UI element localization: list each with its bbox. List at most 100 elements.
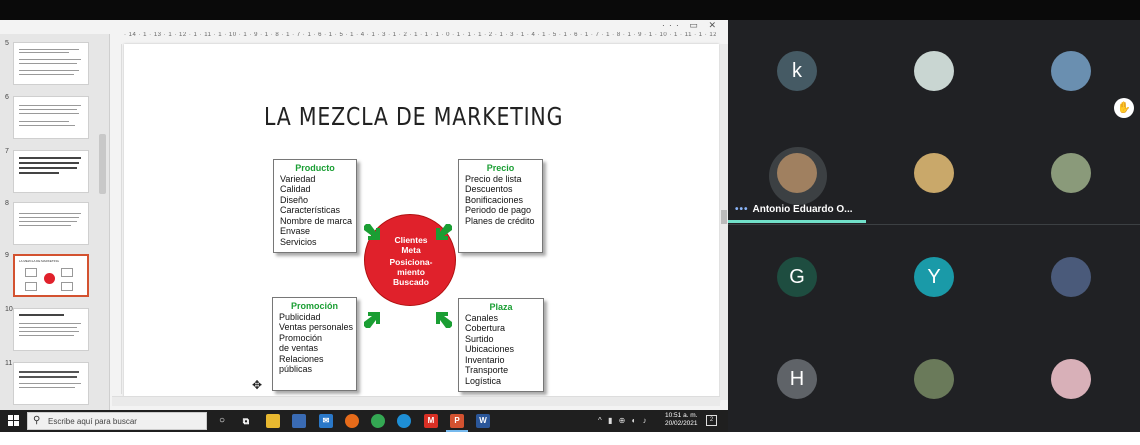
avatar: [777, 153, 817, 193]
move-cursor-icon: ✥: [252, 378, 263, 392]
promocion-item: de ventas: [279, 343, 319, 353]
firefox-icon[interactable]: [345, 414, 359, 428]
participant-tile[interactable]: [865, 328, 1003, 430]
producto-heading: Producto: [295, 163, 335, 173]
taskbar-search[interactable]: ⚲ Escribe aquí para buscar: [27, 412, 207, 430]
producto-item: Calidad: [280, 184, 311, 194]
restore-icon[interactable]: ▭: [689, 20, 702, 30]
horizontal-scrollbar[interactable]: [112, 396, 720, 406]
raise-hand-icon[interactable]: ✋: [1114, 98, 1134, 118]
mail-icon[interactable]: ✉: [319, 414, 333, 428]
thumbnail-slide-5[interactable]: 5: [0, 40, 108, 86]
thumbnail-slide-6[interactable]: 6: [0, 94, 108, 140]
promocion-item: Promoción: [279, 332, 323, 343]
plaza-item: Inventario: [465, 354, 505, 365]
thumbnail-slide-9[interactable]: 9 LA MEZCLA DE MARKETING: [0, 252, 108, 298]
participant-name: ••• Antonio Eduardo O...: [735, 204, 853, 215]
arrow-up-right-icon: [364, 312, 380, 328]
chevron-up-icon[interactable]: ^: [598, 416, 604, 425]
participant-tile[interactable]: [865, 122, 1003, 224]
thumbnail-image[interactable]: [13, 362, 89, 405]
powerpoint-window: ··· ▭ ✕ 5 6 7 8 9 LA MEZCLA DE MARKETING…: [0, 20, 728, 410]
thumbnail-scrollbar[interactable]: [99, 134, 106, 194]
close-icon[interactable]: ✕: [708, 20, 720, 30]
horizontal-ruler: · 14 · 1 · 13 · 1 · 12 · 1 · 11 · 1 · 10…: [124, 32, 716, 44]
plaza-item: Canales: [465, 312, 499, 323]
plaza-box[interactable]: Plaza Canales Cobertura Surtido Ubicacio…: [458, 298, 544, 392]
thumbnail-image[interactable]: [13, 308, 89, 351]
thumbnail-slide-8[interactable]: 8: [0, 200, 108, 246]
windows-start-icon[interactable]: [8, 415, 20, 427]
promocion-item: públicas: [279, 364, 313, 374]
slide-canvas[interactable]: LA MEZCLA DE MARKETING Producto Variedad…: [124, 44, 719, 402]
thumbnail-number: 9: [5, 252, 9, 259]
cortana-icon[interactable]: ○: [215, 414, 229, 428]
plaza-item: Surtido: [465, 333, 494, 344]
promocion-item: Publicidad: [279, 311, 321, 322]
thumbnail-number: 10: [5, 306, 13, 313]
center-text: Meta: [401, 245, 421, 255]
top-bar: [0, 0, 1140, 20]
avatar: [914, 153, 954, 193]
thumbnail-slide-10[interactable]: 10: [0, 306, 108, 352]
producto-item: Características: [280, 205, 341, 215]
precio-item: Planes de crédito: [465, 215, 535, 226]
notification-icon[interactable]: 2: [706, 415, 717, 426]
promocion-item: Ventas personales: [279, 322, 354, 332]
word-icon[interactable]: W: [476, 414, 490, 428]
avatar: [914, 359, 954, 399]
app-icon[interactable]: M: [424, 414, 438, 428]
thumbnail-title: LA MEZCLA DE MARKETING: [19, 259, 60, 263]
more-options-icon[interactable]: ···: [662, 20, 683, 30]
promocion-item: Relaciones: [279, 353, 324, 364]
arrow-down-right-icon: [364, 224, 380, 240]
avatar: [1051, 153, 1091, 193]
thumbnail-number: 7: [5, 148, 9, 155]
search-icon: ⚲: [33, 415, 41, 426]
producto-item: Variedad: [280, 173, 316, 184]
plaza-item: Logística: [465, 375, 502, 386]
thumbnail-image[interactable]: [13, 42, 89, 85]
taskbar-clock[interactable]: 10:51 a. m. 20/02/2021: [665, 412, 698, 428]
avatar: Y: [914, 257, 954, 297]
participant-tile[interactable]: [1002, 226, 1140, 328]
participant-tile[interactable]: [1002, 328, 1140, 430]
arrow-up-left-icon: [436, 312, 452, 328]
thumbnail-image[interactable]: [13, 202, 89, 245]
avatar: [1051, 257, 1091, 297]
avatar: H: [777, 359, 817, 399]
producto-item: Diseño: [280, 194, 309, 205]
precio-box[interactable]: Precio Precio de lista Descuentos Bonifi…: [458, 159, 543, 253]
precio-item: Bonificaciones: [465, 194, 524, 205]
participant-tile[interactable]: [1002, 122, 1140, 224]
bottom-strip: [0, 432, 1140, 445]
thumbnail-image[interactable]: [13, 150, 89, 193]
precio-item: Periodo de pago: [465, 205, 532, 215]
participant-tile[interactable]: Y: [865, 226, 1003, 328]
promocion-box[interactable]: Promoción Publicidad Ventas personales P…: [272, 297, 357, 391]
task-view-icon[interactable]: ⧉: [239, 414, 253, 428]
thumbnail-slide-7[interactable]: 7: [0, 148, 108, 194]
thumbnail-image-selected[interactable]: LA MEZCLA DE MARKETING: [13, 254, 89, 297]
edge-icon[interactable]: [397, 414, 411, 428]
system-tray[interactable]: ^ ▮ ⊕ ◐ ♪: [598, 416, 649, 425]
vertical-scrollbar[interactable]: [720, 44, 728, 400]
participant-tile[interactable]: H: [728, 328, 866, 430]
slide-title: LA MEZCLA DE MARKETING: [264, 102, 564, 131]
participant-tile[interactable]: [865, 20, 1003, 122]
powerpoint-icon[interactable]: P: [450, 414, 464, 428]
participant-tile[interactable]: G: [728, 226, 866, 328]
center-text: Buscado: [393, 277, 429, 287]
store-icon[interactable]: [292, 414, 306, 428]
windows-taskbar: ⚲ Escribe aquí para buscar ○ ⧉ ✉ M P W ^…: [0, 410, 728, 432]
file-explorer-icon[interactable]: [266, 414, 280, 428]
thumbnail-slide-11[interactable]: 11: [0, 360, 108, 406]
tray-icons[interactable]: ▮ ⊕ ◐ ♪: [608, 416, 649, 425]
arrow-down-left-icon: [436, 224, 452, 240]
thumbnail-image[interactable]: [13, 96, 89, 139]
chrome-icon[interactable]: [371, 414, 385, 428]
avatar: k: [777, 51, 817, 91]
producto-box[interactable]: Producto Variedad Calidad Diseño Caracte…: [273, 159, 357, 253]
precio-item: Precio de lista: [465, 173, 522, 184]
participant-tile[interactable]: k: [728, 20, 866, 122]
